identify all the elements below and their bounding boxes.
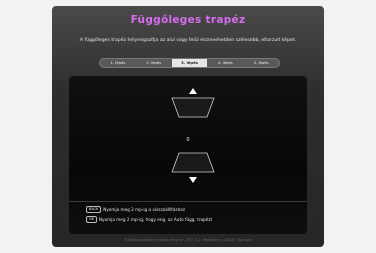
ok-key-icon: OK bbox=[86, 216, 97, 223]
trapezoid-bottom-icon bbox=[171, 152, 215, 173]
keystone-value: 0 bbox=[186, 137, 190, 143]
arrow-up-icon[interactable] bbox=[189, 88, 197, 94]
keystone-dialog: Függőleges trapéz A függőleges trapéz he… bbox=[52, 6, 324, 247]
divider bbox=[69, 201, 307, 202]
hint-reset: BACK Nyomja meg 2 mp-ig a visszaállításh… bbox=[86, 206, 185, 213]
footer-hint: A kiválasztáshoz nyomja meg az „OK”, a 2… bbox=[124, 238, 252, 242]
hint-text: Nyomja meg 2 mp-ig, hogy eng. az Auto fü… bbox=[98, 217, 213, 222]
back-key-icon: BACK bbox=[86, 206, 102, 213]
arrow-down-icon[interactable] bbox=[189, 177, 197, 183]
trapezoid-top-icon bbox=[171, 97, 215, 118]
hint-text: Nyomja meg 2 mp-ig a visszaállításhoz bbox=[103, 207, 186, 212]
hint-auto: OK Nyomja meg 2 mp-ig, hogy eng. az Auto… bbox=[86, 216, 212, 223]
